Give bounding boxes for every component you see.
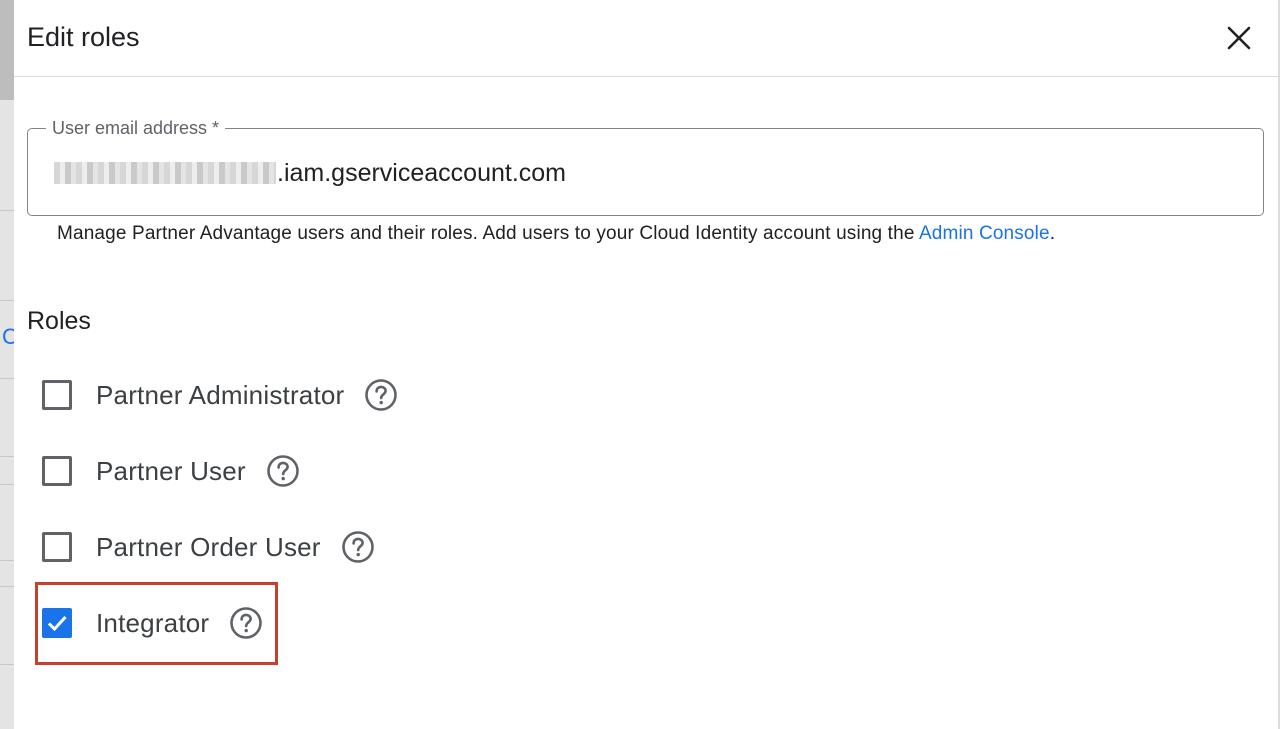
role-partner-user[interactable]: Partner User <box>42 451 300 491</box>
help-text-body: Manage Partner Advantage users and their… <box>57 223 919 244</box>
background-shade <box>0 0 14 100</box>
background-divider <box>0 456 14 457</box>
background-divider <box>0 378 14 379</box>
user-email-label: User email address * <box>46 118 226 139</box>
background-divider <box>0 210 14 211</box>
dialog-title: Edit roles <box>27 22 140 52</box>
admin-console-link[interactable]: Admin Console <box>919 223 1050 244</box>
checkbox-partner-administrator[interactable] <box>42 380 72 410</box>
background-divider <box>0 586 14 587</box>
background-page: C <box>0 0 18 729</box>
user-email-value[interactable]: .iam.gserviceaccount.com <box>54 157 566 189</box>
role-label: Partner Administrator <box>96 379 345 410</box>
role-label: Partner Order User <box>96 531 321 562</box>
role-partner-order-user[interactable]: Partner Order User <box>42 527 375 567</box>
background-divider <box>0 300 14 301</box>
checkbox-partner-user[interactable] <box>42 456 72 486</box>
roles-heading: Roles <box>27 307 91 335</box>
checkbox-partner-order-user[interactable] <box>42 532 72 562</box>
dialog-header: Edit roles <box>14 0 1278 77</box>
question-circle-icon <box>341 531 374 563</box>
edit-roles-dialog: Edit roles User email address * .iam.gse… <box>14 0 1278 729</box>
role-label: Partner User <box>96 455 246 486</box>
user-email-field[interactable]: User email address * .iam.gserviceaccoun… <box>27 118 1264 216</box>
help-icon[interactable] <box>266 454 300 488</box>
help-text: Manage Partner Advantage users and their… <box>57 223 1055 245</box>
role-partner-administrator[interactable]: Partner Administrator <box>42 375 398 415</box>
question-circle-icon <box>365 379 398 411</box>
help-text-period: . <box>1049 223 1056 244</box>
email-domain: .iam.gserviceaccount.com <box>277 158 567 187</box>
integrator-highlight-box <box>35 582 278 665</box>
help-icon[interactable] <box>364 378 398 412</box>
close-icon <box>1227 26 1251 50</box>
help-icon[interactable] <box>341 530 375 564</box>
question-circle-icon <box>266 455 299 487</box>
redacted-email-prefix <box>54 162 276 184</box>
background-divider <box>0 664 14 665</box>
close-button[interactable] <box>1222 20 1256 56</box>
background-divider <box>0 484 14 485</box>
background-divider <box>0 560 14 561</box>
